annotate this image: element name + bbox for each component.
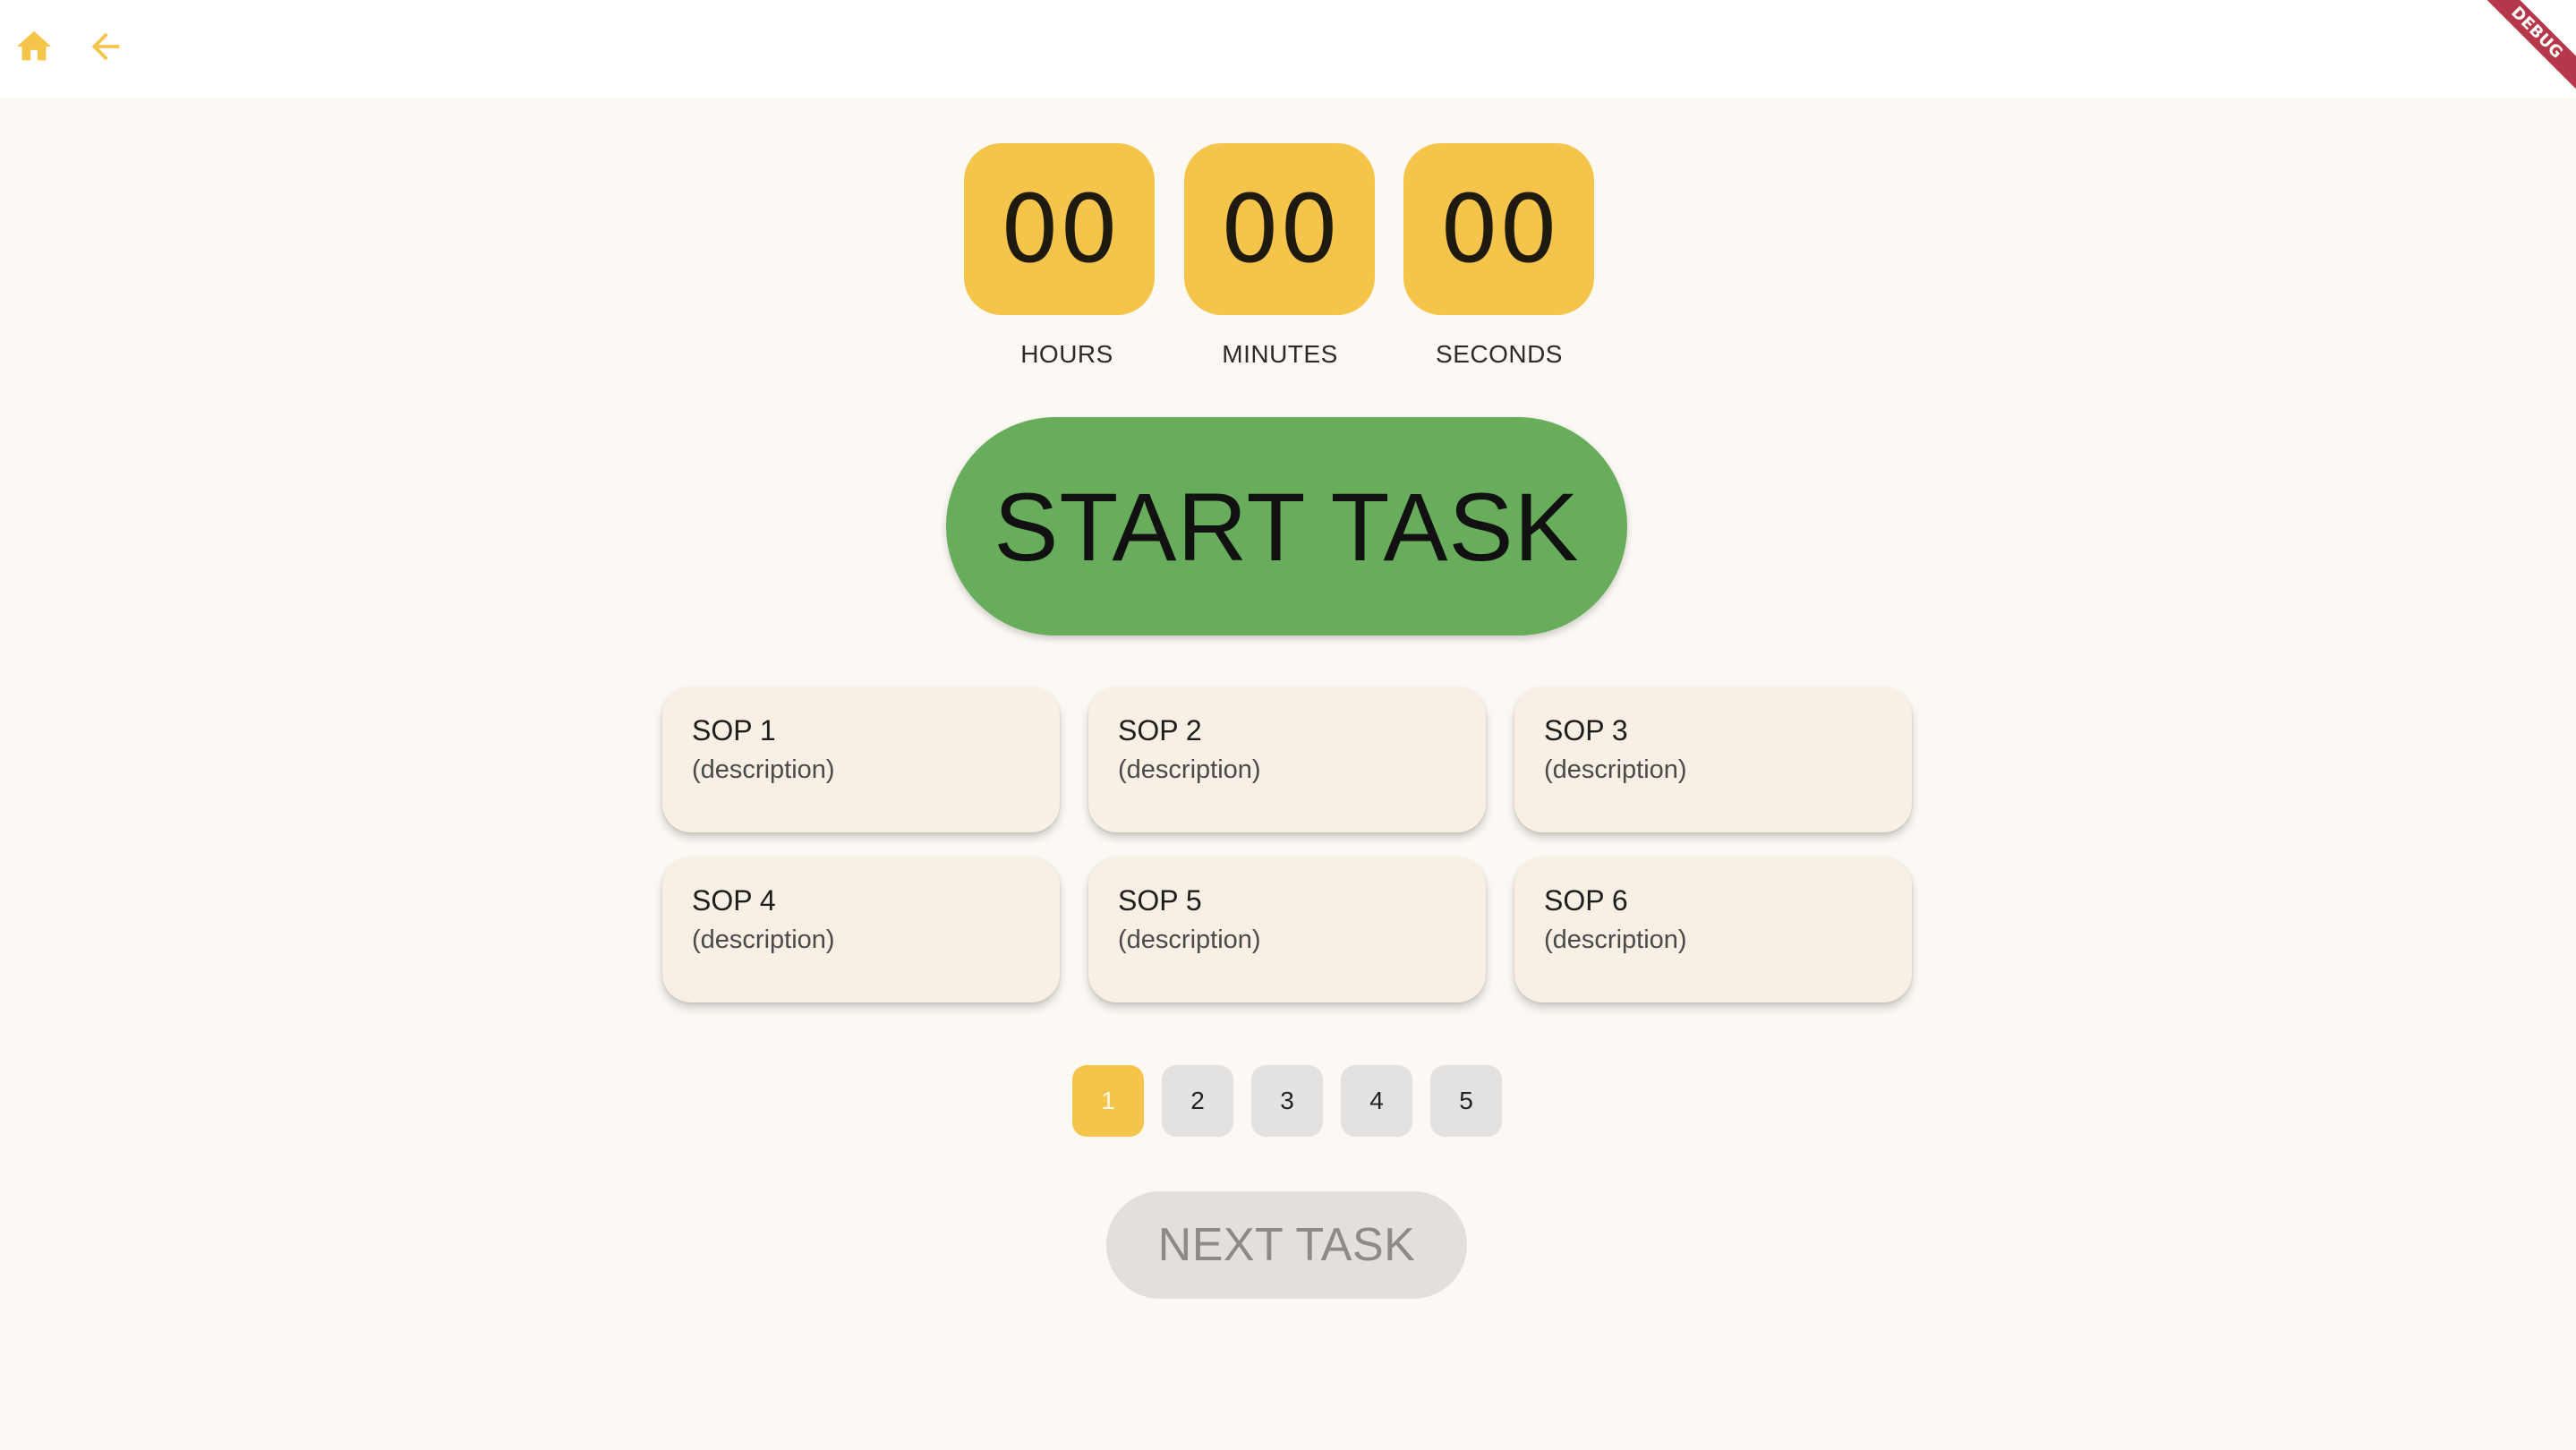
page-button-3[interactable]: 3 xyxy=(1251,1065,1323,1137)
home-icon xyxy=(13,26,55,72)
page-button-2[interactable]: 2 xyxy=(1162,1065,1233,1137)
arrow-back-icon xyxy=(85,26,126,72)
sop-title: SOP 2 xyxy=(1118,714,1202,746)
page-button-5[interactable]: 5 xyxy=(1430,1065,1502,1137)
sop-card-2[interactable]: SOP 2 (description) xyxy=(1088,687,1486,832)
app-bar xyxy=(0,0,2576,98)
next-task-button[interactable]: NEXT TASK xyxy=(1106,1191,1467,1299)
minutes-label: MINUTES xyxy=(1222,340,1338,368)
sop-description: (description) xyxy=(1118,755,1261,784)
sop-title: SOP 5 xyxy=(1118,884,1202,917)
sop-description: (description) xyxy=(692,925,835,954)
hours-display: 00 xyxy=(964,143,1155,315)
sop-description: (description) xyxy=(1544,925,1687,954)
sop-card-4[interactable]: SOP 4 (description) xyxy=(662,857,1060,1002)
page-button-4[interactable]: 4 xyxy=(1341,1065,1412,1137)
start-task-button[interactable]: START TASK xyxy=(946,417,1627,635)
hours-label: HOURS xyxy=(1020,340,1113,368)
home-button[interactable] xyxy=(5,20,63,77)
back-button[interactable] xyxy=(77,20,134,77)
sop-description: (description) xyxy=(1118,925,1261,954)
sop-title: SOP 6 xyxy=(1544,884,1628,917)
sop-card-1[interactable]: SOP 1 (description) xyxy=(662,687,1060,832)
sop-title: SOP 4 xyxy=(692,884,776,917)
page-button-1[interactable]: 1 xyxy=(1072,1065,1144,1137)
sop-title: SOP 1 xyxy=(692,714,776,746)
sop-description: (description) xyxy=(692,755,835,784)
sop-card-5[interactable]: SOP 5 (description) xyxy=(1088,857,1486,1002)
sop-card-3[interactable]: SOP 3 (description) xyxy=(1514,687,1912,832)
seconds-display: 00 xyxy=(1403,143,1594,315)
sop-title: SOP 3 xyxy=(1544,714,1628,746)
seconds-label: SECONDS xyxy=(1436,340,1563,368)
task-timer-screen: DEBUG 00 00 00 HOURS MINUTES SECONDS STA… xyxy=(0,0,2576,1450)
sop-card-6[interactable]: SOP 6 (description) xyxy=(1514,857,1912,1002)
minutes-display: 00 xyxy=(1184,143,1375,315)
sop-description: (description) xyxy=(1544,755,1687,784)
